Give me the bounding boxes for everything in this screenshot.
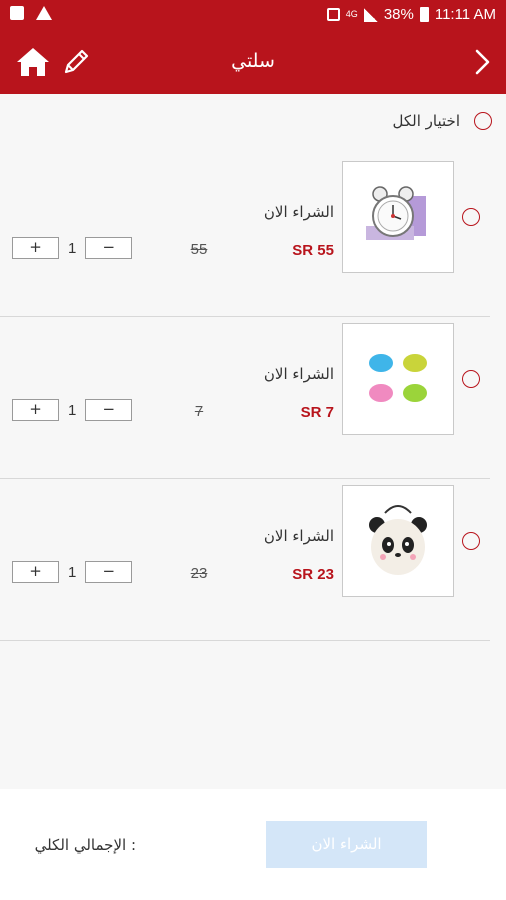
select-all-label: اختيار الكل: [392, 112, 460, 130]
status-bar: 4G 38% 11:11 AM: [0, 0, 506, 32]
battery-percent: 38%: [383, 6, 414, 23]
cart-item: الشراء الان SR 55 55 + 1 −: [0, 155, 506, 317]
quantity-stepper: + 1 −: [12, 237, 133, 259]
decrease-quantity-button[interactable]: −: [85, 237, 133, 259]
total-label: الإجمالي الكلي :: [34, 836, 136, 854]
colored-erasers-icon: [369, 354, 427, 402]
cart-item: الشراء الان SR 23 23 + 1 −: [0, 479, 506, 641]
gallery-notification-icon: [10, 6, 24, 20]
item-price: SR 7: [300, 404, 334, 421]
item-old-price: 7: [194, 403, 204, 420]
buy-now-link[interactable]: الشراء الان: [264, 527, 334, 545]
decrease-quantity-button[interactable]: −: [85, 399, 133, 421]
increase-quantity-button[interactable]: +: [12, 561, 59, 583]
item-old-price: 55: [190, 241, 208, 258]
product-image-alarm-clock[interactable]: [342, 161, 454, 273]
checkout-footer: الشراء الان الإجمالي الكلي :: [0, 789, 506, 900]
mute-icon: [326, 8, 340, 21]
panda-bag-icon: [369, 505, 427, 575]
signal-icon: [363, 7, 378, 22]
item-select-radio[interactable]: [462, 370, 480, 388]
item-divider: [0, 640, 490, 641]
item-old-price: 23: [190, 565, 208, 582]
battery-icon: [419, 7, 429, 22]
warning-notification-icon: [36, 6, 52, 20]
clock: 11:11 AM: [434, 6, 496, 23]
increase-quantity-button[interactable]: +: [12, 399, 59, 421]
select-all-row[interactable]: اختيار الكل: [393, 112, 492, 130]
cart-item: الشراء الان SR 7 7 + 1 −: [0, 317, 506, 479]
decrease-quantity-button[interactable]: −: [85, 561, 133, 583]
item-price: SR 23: [292, 566, 334, 583]
network-type: 4G: [345, 9, 358, 19]
select-all-radio[interactable]: [474, 112, 492, 130]
quantity-stepper: + 1 −: [12, 561, 133, 583]
app-bar: سلتي: [0, 32, 506, 94]
quantity-stepper: + 1 −: [12, 399, 133, 421]
item-price: SR 55: [292, 242, 334, 259]
chevron-right-icon[interactable]: [472, 48, 492, 76]
page-title: سلتي: [231, 50, 275, 72]
buy-now-link[interactable]: الشراء الان: [264, 203, 334, 221]
product-image-panda-bag[interactable]: [342, 485, 454, 597]
product-image-erasers[interactable]: [342, 323, 454, 435]
item-select-radio[interactable]: [462, 532, 480, 550]
checkout-buy-now-button[interactable]: الشراء الان: [266, 821, 427, 868]
alarm-clock-icon: [366, 186, 426, 240]
increase-quantity-button[interactable]: +: [12, 237, 59, 259]
buy-now-link[interactable]: الشراء الان: [264, 365, 334, 383]
item-select-radio[interactable]: [462, 208, 480, 226]
quantity-value: 1: [68, 239, 77, 257]
cart-list: اختيار الكل الشراء الان SR 55 55 + 1 − ا…: [0, 94, 506, 789]
quantity-value: 1: [68, 401, 77, 419]
quantity-value: 1: [68, 563, 77, 581]
